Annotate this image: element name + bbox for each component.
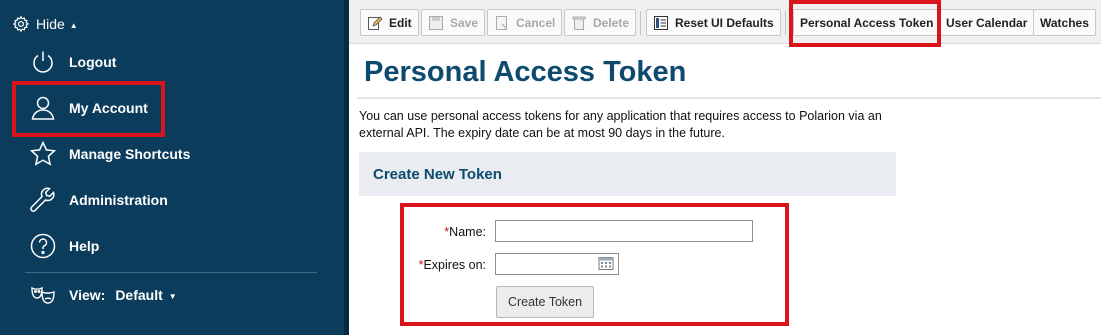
- user-calendar-button[interactable]: User Calendar: [939, 9, 1035, 36]
- sidebar-edge: [344, 0, 349, 335]
- save-label: Save: [450, 15, 479, 30]
- reset-ui-defaults-button[interactable]: Reset UI Defaults: [646, 9, 781, 36]
- sidebar-item-my-account[interactable]: My Account: [28, 92, 148, 124]
- power-icon: [28, 47, 58, 77]
- delete-button[interactable]: Delete: [564, 9, 637, 36]
- view-selector[interactable]: View: Default ▼: [28, 280, 177, 310]
- star-icon: [28, 139, 58, 169]
- edit-label: Edit: [389, 15, 412, 30]
- toolbar-separator: [785, 11, 786, 35]
- sidebar-item-label: My Account: [69, 100, 148, 116]
- delete-label: Delete: [593, 15, 630, 30]
- token-label: Personal Access Token: [800, 15, 934, 30]
- page-title: Personal Access Token: [364, 56, 687, 88]
- page-description: You can use personal access tokens for a…: [359, 109, 882, 140]
- cancel-label: Cancel: [516, 15, 556, 30]
- calendar-label: User Calendar: [946, 15, 1028, 30]
- hide-toggle[interactable]: Hide ▲: [12, 14, 78, 34]
- create-token-button[interactable]: Create Token: [496, 286, 594, 318]
- section-header: Create New Token: [359, 152, 896, 196]
- save-icon: [429, 15, 443, 30]
- edit-icon: [368, 15, 383, 30]
- sidebar-item-manage-shortcuts[interactable]: Manage Shortcuts: [28, 138, 190, 170]
- watches-button[interactable]: Watches: [1033, 9, 1096, 36]
- reset-label: Reset UI Defaults: [675, 15, 774, 30]
- caret-up-icon: ▲: [69, 21, 78, 30]
- watches-label: Watches: [1040, 15, 1089, 30]
- toolbar: Edit Save Cancel Delete Reset UI Default…: [349, 0, 1101, 44]
- hide-label: Hide: [36, 16, 65, 32]
- expires-label-row: *Expires on:: [408, 258, 486, 272]
- layout-icon: [654, 15, 668, 30]
- sidebar: Hide ▲ Logout My Account Manage Shortcut…: [0, 0, 347, 335]
- help-icon: [28, 231, 58, 261]
- sidebar-item-label: Help: [69, 238, 100, 254]
- expires-label: Expires on:: [423, 258, 486, 272]
- sidebar-item-label: Manage Shortcuts: [69, 146, 191, 162]
- name-input[interactable]: [495, 220, 753, 242]
- name-label: Name:: [449, 225, 486, 239]
- calendar-icon[interactable]: [598, 256, 614, 271]
- name-label-row: *Name:: [420, 225, 486, 239]
- sidebar-item-label: Administration: [69, 192, 168, 208]
- sidebar-item-logout[interactable]: Logout: [28, 46, 116, 78]
- cancel-icon: [496, 15, 508, 30]
- wrench-icon: [28, 185, 58, 215]
- view-label: View:: [69, 287, 106, 303]
- user-icon: [28, 93, 58, 123]
- toolbar-separator: [640, 11, 641, 35]
- edit-button[interactable]: Edit: [360, 9, 419, 36]
- sidebar-item-administration[interactable]: Administration: [28, 184, 168, 216]
- chevron-down-icon: ▼: [168, 291, 177, 301]
- cancel-button[interactable]: Cancel: [487, 9, 563, 36]
- theater-masks-icon: [28, 280, 58, 310]
- gear-icon: [12, 15, 30, 33]
- personal-access-token-button[interactable]: Personal Access Token: [793, 9, 941, 36]
- title-divider: [357, 97, 1101, 99]
- save-button[interactable]: Save: [421, 9, 486, 36]
- section-title: Create New Token: [373, 165, 502, 183]
- sidebar-divider: [25, 272, 317, 273]
- view-value: Default: [115, 287, 163, 303]
- trash-icon: [572, 16, 586, 30]
- sidebar-item-help[interactable]: Help: [28, 230, 99, 262]
- sidebar-item-label: Logout: [69, 54, 117, 70]
